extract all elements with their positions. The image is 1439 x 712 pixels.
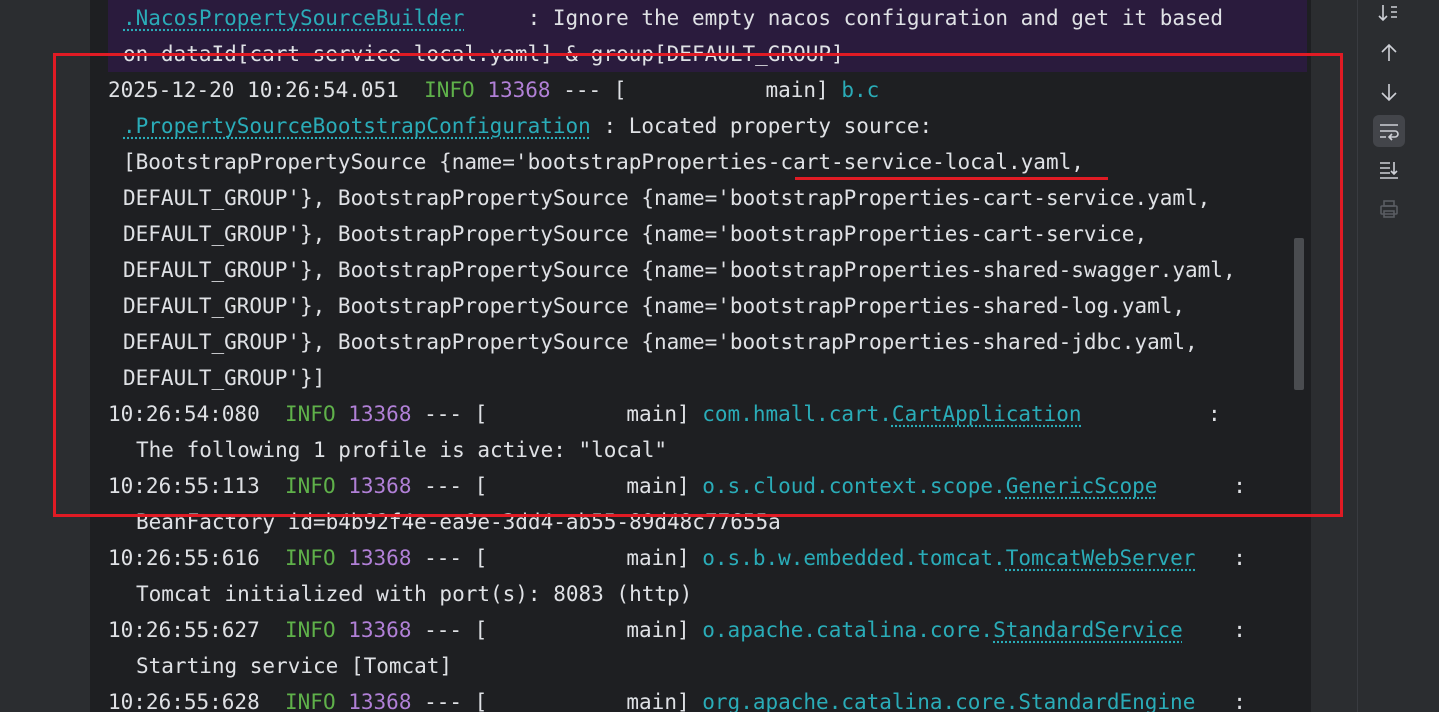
print-icon [1373,193,1405,225]
right-gutter [1311,0,1357,712]
log-line: 10:26:55:113 INFO 13368 --- [ main] o.s.… [108,474,1246,498]
logger-link[interactable]: TomcatWebServer [1006,546,1196,570]
log-line: 10:26:55:628 INFO 13368 --- [ main] org.… [108,690,1246,712]
log-line: DEFAULT_GROUP'}, BootstrapPropertySource… [123,222,1148,246]
log-line: DEFAULT_GROUP'}, BootstrapPropertySource… [123,186,1211,210]
log-line: DEFAULT_GROUP'}, BootstrapPropertySource… [123,330,1198,354]
left-gutter [0,0,90,712]
log-line: 10:26:55:627 INFO 13368 --- [ main] o.ap… [108,618,1246,642]
soft-wrap-icon[interactable] [1373,115,1405,147]
log-line: Starting service [Tomcat] [136,654,453,678]
log-line: The following 1 profile is active: "loca… [136,438,668,462]
logger-link[interactable]: .PropertySourceBootstrapConfiguration [123,114,591,138]
logger-link[interactable]: GenericScope [1006,474,1158,498]
logger-link[interactable]: .NacosPropertySourceBuilder [123,6,464,30]
logger-link[interactable]: CartApplication [892,402,1082,426]
log-line: on dataId[cart-service-local.yaml] & gro… [123,42,844,66]
vertical-scrollbar[interactable] [1294,238,1304,390]
log-line: [BootstrapPropertySource {name='bootstra… [123,150,1084,174]
logger-link[interactable]: StandardEngine [1018,690,1195,712]
toolbar-divider [1357,0,1358,712]
logger-link[interactable]: StandardService [993,618,1183,642]
log-line: BeanFactory id=b4b92f4e-ea9e-3dd4-ab55-8… [136,510,781,534]
log-line: DEFAULT_GROUP'}] [123,366,326,390]
log-line: 10:26:54:080 INFO 13368 --- [ main] com.… [108,402,1221,426]
scroll-to-end-icon[interactable] [1373,154,1405,186]
log-line: .PropertySourceBootstrapConfiguration : … [123,114,933,138]
annotation-underline [795,177,1108,180]
log-line: .NacosPropertySourceBuilder : Ignore the… [123,6,1223,30]
log-line: DEFAULT_GROUP'}, BootstrapPropertySource… [123,258,1236,282]
console-output[interactable]: .NacosPropertySourceBuilder : Ignore the… [90,0,1311,712]
log-line: Tomcat initialized with port(s): 8083 (h… [136,582,693,606]
log-line: 10:26:55:616 INFO 13368 --- [ main] o.s.… [108,546,1246,570]
sort-down-icon[interactable] [1373,0,1405,30]
arrow-down-icon[interactable] [1373,76,1405,108]
log-line: DEFAULT_GROUP'}, BootstrapPropertySource… [123,294,1186,318]
log-line: 2025-12-20 10:26:54.051 INFO 13368 --- [… [108,78,880,102]
arrow-up-icon[interactable] [1373,37,1405,69]
